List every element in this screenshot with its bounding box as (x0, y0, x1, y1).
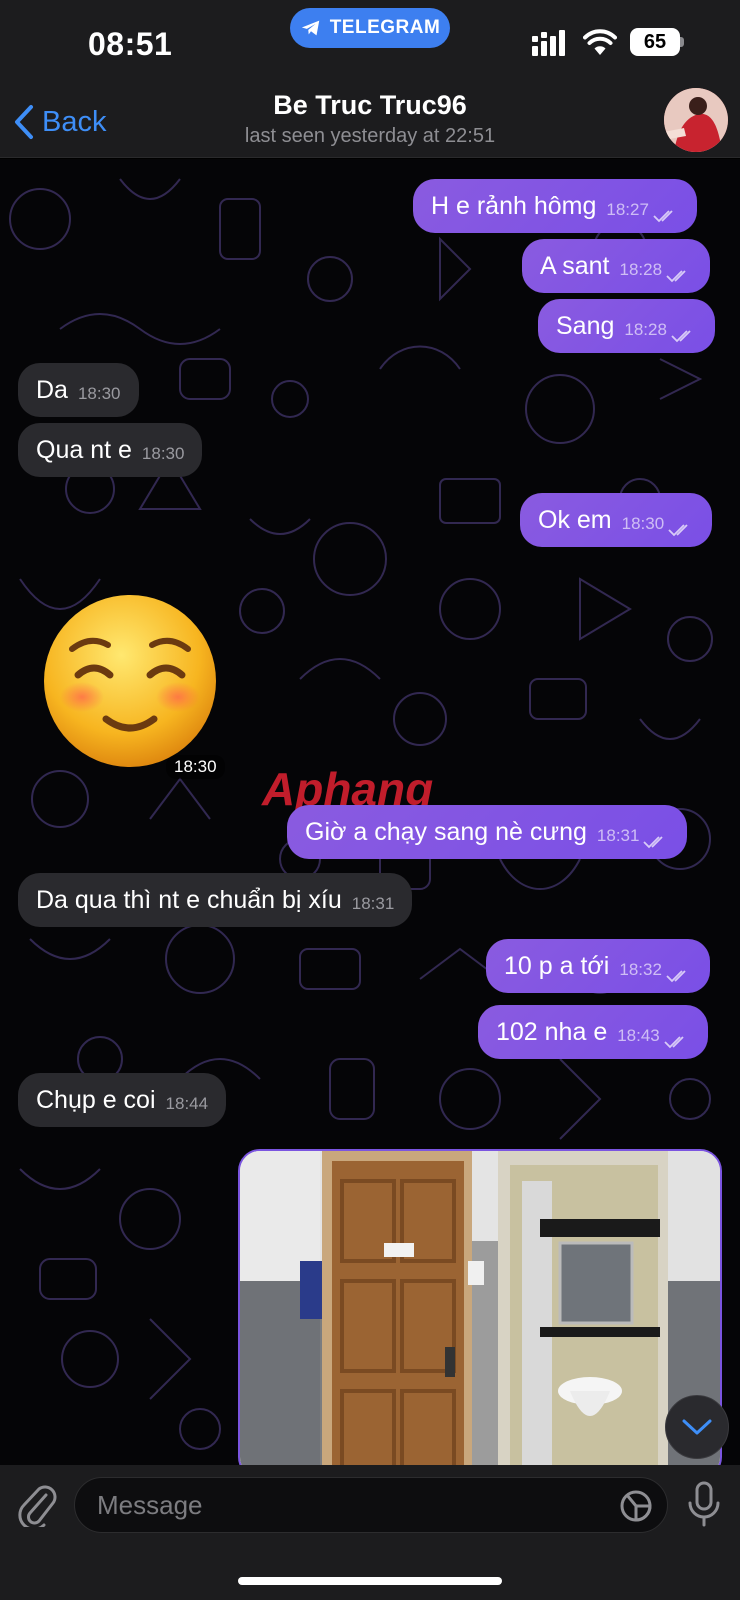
outgoing-message[interactable]: 10 p a tới 18:32 (486, 939, 710, 993)
message-input[interactable] (97, 1489, 577, 1521)
chat-header: Back Be Truc Truc96 last seen yesterday … (0, 88, 740, 158)
incoming-message[interactable]: Da qua thì nt e chuẩn bị xíu 18:31 (18, 873, 413, 927)
message-text: Chụp e coi (36, 1086, 156, 1114)
chat-title-area[interactable]: Be Truc Truc96 last seen yesterday at 22… (170, 90, 570, 148)
message-text: Da (36, 376, 68, 404)
message-time: 18:30 (77, 384, 121, 403)
outgoing-message[interactable]: H e rảnh hômg 18:27 (413, 179, 697, 233)
home-indicator (238, 1577, 502, 1585)
message-time: 18:44 (165, 1094, 209, 1113)
bathroom-door-photo (240, 1151, 720, 1465)
read-checkmarks-icon (668, 524, 688, 537)
message-time: 18:32 (619, 960, 662, 979)
chevron-left-icon (15, 105, 33, 139)
cellular-signal-icon (532, 30, 565, 56)
incoming-message[interactable]: Qua nt e 18:30 (18, 423, 203, 477)
message-text: Sang (556, 312, 615, 340)
message-text: 10 p a tới (504, 952, 610, 980)
paperclip-icon[interactable] (16, 1481, 58, 1527)
back-button[interactable]: Back (12, 102, 106, 142)
photo-message[interactable] (238, 1149, 722, 1465)
battery-icon: 65 (630, 28, 684, 56)
composer (0, 1465, 740, 1600)
outgoing-message[interactable]: Giờ a chạy sang nè cưng 18:31 (287, 805, 688, 859)
message-text: H e rảnh hômg (431, 192, 597, 220)
incoming-message[interactable]: Da 18:30 (18, 363, 139, 417)
status-time: 08:51 (88, 26, 173, 62)
telegram-plane-icon (301, 20, 319, 36)
last-seen-status: last seen yesterday at 22:51 (244, 125, 496, 147)
message-text: 102 nha e (496, 1018, 608, 1046)
read-checkmarks-icon (664, 1036, 684, 1049)
chevron-down-icon (682, 1419, 712, 1435)
read-checkmarks-icon (671, 330, 691, 343)
back-label: Back (42, 105, 107, 138)
read-checkmarks-icon (643, 836, 664, 849)
outgoing-message[interactable]: Sang 18:28 (538, 299, 715, 353)
wifi-icon (583, 29, 617, 55)
battery-level: 65 (630, 28, 680, 56)
message-time: 18:30 (141, 444, 185, 463)
message-time: 18:31 (596, 826, 640, 845)
sticker-icon[interactable] (619, 1489, 653, 1523)
message-text: Da qua thì nt e chuẩn bị xíu (36, 886, 342, 914)
read-checkmarks-icon (666, 970, 686, 983)
microphone-icon[interactable] (686, 1481, 722, 1529)
incoming-message[interactable]: Chụp e coi 18:44 (18, 1073, 227, 1127)
scroll-to-bottom-button[interactable] (665, 1395, 729, 1459)
smiling-face-emoji[interactable] (40, 591, 220, 771)
outgoing-message[interactable]: A sant 18:28 (522, 239, 711, 293)
chat-title: Be Truc Truc96 (273, 90, 467, 120)
message-field[interactable] (74, 1477, 668, 1533)
message-time: 18:43 (617, 1026, 660, 1045)
message-time: 18:31 (351, 894, 395, 913)
message-text: Qua nt e (36, 436, 132, 464)
read-checkmarks-icon (666, 270, 686, 283)
message-time: 18:28 (619, 260, 663, 279)
message-text: A sant (540, 252, 610, 280)
message-time: 18:28 (624, 320, 667, 339)
outgoing-message[interactable]: 102 nha e 18:43 (478, 1005, 708, 1059)
read-checkmarks-icon (653, 210, 673, 223)
app-pill-label: TELEGRAM (329, 17, 441, 38)
message-time: 18:27 (606, 200, 649, 219)
message-time: 18:30 (621, 514, 665, 533)
message-text: Ok em (538, 506, 612, 534)
status-bar: 08:51 TELEGRAM 65 (0, 0, 740, 88)
avatar[interactable] (664, 88, 728, 152)
message-list[interactable]: H e rảnh hômg 18:27 A sant 18:28 Sang 18… (0, 159, 740, 1465)
telegram-return-pill[interactable]: TELEGRAM (290, 8, 450, 48)
outgoing-message[interactable]: Ok em 18:30 (520, 493, 713, 547)
message-text: Giờ a chạy sang nè cưng (305, 818, 587, 846)
message-time: 18:30 (166, 755, 225, 779)
